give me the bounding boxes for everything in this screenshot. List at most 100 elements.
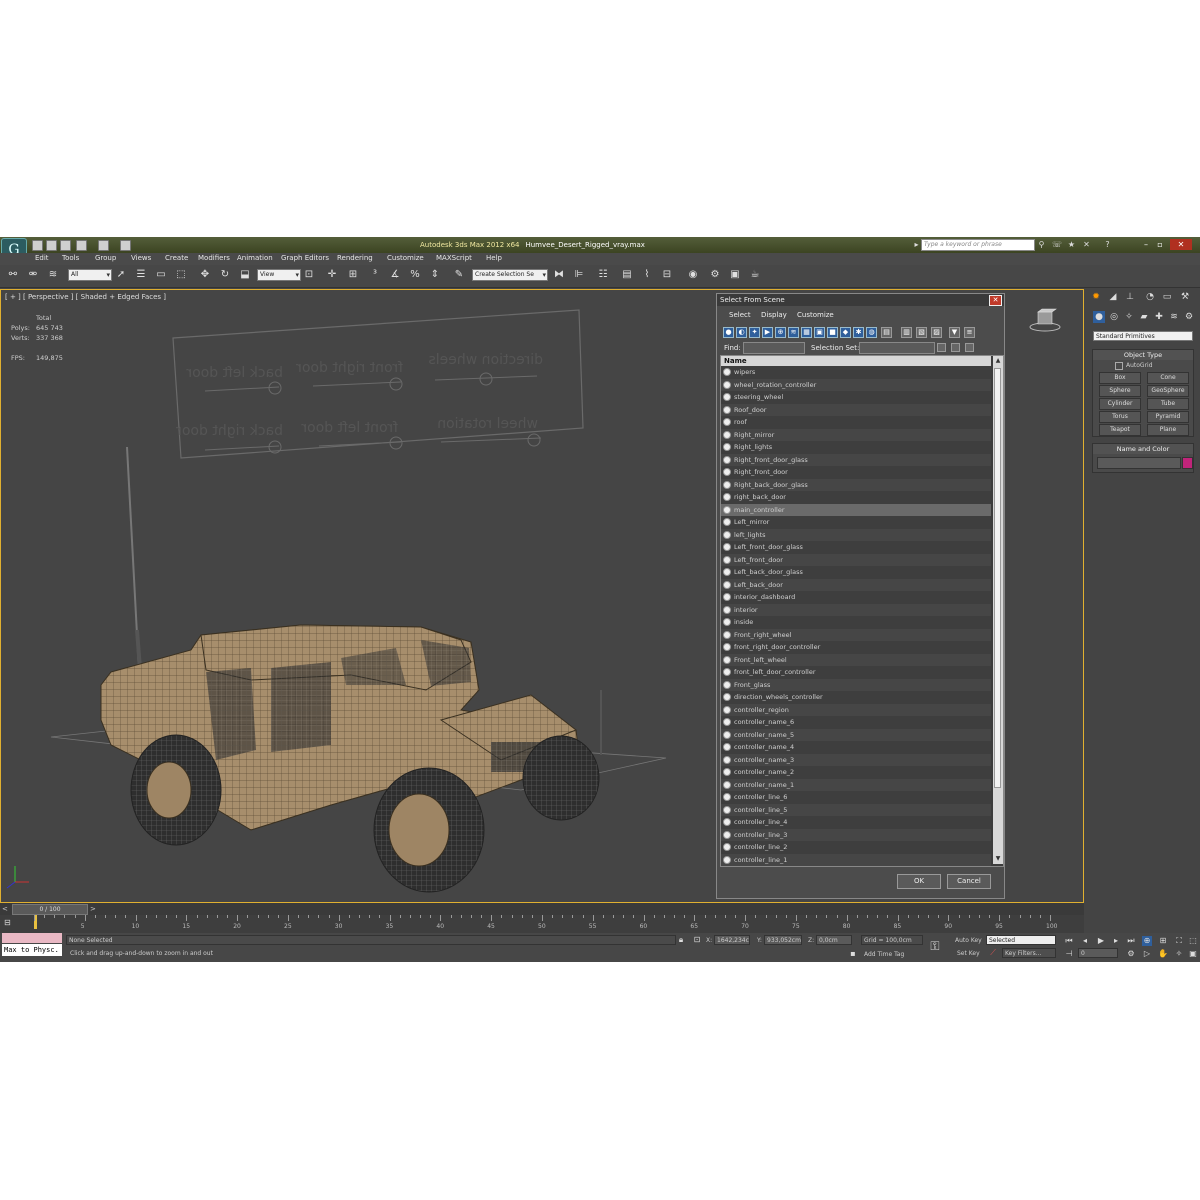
menu-create[interactable]: Create: [165, 254, 188, 262]
list-item[interactable]: controller_line_5: [721, 803, 991, 816]
list-item[interactable]: steering_wheel: [721, 391, 991, 404]
list-item[interactable]: front_left_door_controller: [721, 666, 991, 679]
space-warps-icon[interactable]: ≋: [1168, 311, 1180, 323]
save-file-icon[interactable]: [60, 240, 71, 251]
undo-icon[interactable]: [76, 240, 87, 251]
cancel-button[interactable]: Cancel: [947, 874, 991, 889]
close-button[interactable]: ✕: [1170, 239, 1192, 250]
list-item[interactable]: controller_line_2: [721, 841, 991, 854]
sync-selection-icon[interactable]: ▨: [931, 327, 942, 338]
list-item[interactable]: wipers: [721, 366, 991, 379]
object-color-swatch[interactable]: [1182, 457, 1193, 469]
cameras-icon[interactable]: ▰: [1138, 311, 1150, 323]
list-item[interactable]: Left_front_door: [721, 553, 991, 566]
menu-group[interactable]: Group: [95, 254, 116, 262]
set-key-mode-icon[interactable]: ⚿: [930, 940, 940, 952]
render-setup-icon[interactable]: ⚙: [708, 268, 722, 282]
tube-button[interactable]: Tube: [1147, 398, 1189, 410]
list-item[interactable]: Left_back_door: [721, 578, 991, 591]
cylinder-button[interactable]: Cylinder: [1099, 398, 1141, 410]
percent-snap-icon[interactable]: %: [408, 268, 422, 282]
project-folder-icon[interactable]: [120, 240, 131, 251]
key-filters-button[interactable]: Key Filters...: [1002, 948, 1056, 958]
select-object-icon[interactable]: ➚: [114, 268, 128, 282]
scene-object-list[interactable]: Name wipers wheel_rotation_controller stee…: [720, 355, 1004, 867]
object-type-title[interactable]: Object Type: [1093, 350, 1193, 360]
auto-key-button[interactable]: Auto Key: [955, 937, 982, 944]
x-coordinate-field[interactable]: 1642,234c: [714, 935, 750, 945]
play-icon[interactable]: ▶: [1096, 936, 1106, 946]
dialog-menu-display[interactable]: Display: [761, 311, 787, 319]
list-item[interactable]: Roof_door: [721, 403, 991, 416]
list-item[interactable]: Right_lights: [721, 441, 991, 454]
help-search-input[interactable]: Type a keyword or phrase: [921, 239, 1035, 251]
go-to-end-icon[interactable]: ⏭: [1126, 936, 1136, 946]
list-item[interactable]: controller_name_2: [721, 766, 991, 779]
time-next-icon[interactable]: >: [90, 905, 96, 913]
previous-frame-icon[interactable]: ◂: [1080, 936, 1090, 946]
menu-maxscript[interactable]: MAXScript: [436, 254, 472, 262]
dialog-menu-select[interactable]: Select: [729, 311, 751, 319]
create-tab-icon[interactable]: ✹: [1090, 291, 1102, 303]
display-hidden-icon[interactable]: ◍: [866, 327, 877, 338]
shapes-icon[interactable]: ◎: [1108, 311, 1120, 323]
material-editor-icon[interactable]: ◉: [686, 268, 700, 282]
list-item[interactable]: Right_front_door: [721, 466, 991, 479]
select-manipulate-icon[interactable]: ✛: [325, 268, 339, 282]
display-frozen-icon[interactable]: ✱: [853, 327, 864, 338]
favorites-icon[interactable]: ★: [1067, 240, 1076, 249]
keyboard-shortcut-icon[interactable]: ⊞: [346, 268, 360, 282]
cone-button[interactable]: Cone: [1147, 372, 1189, 384]
maximize-button[interactable]: ▫: [1154, 239, 1166, 250]
lock-selection-icon[interactable]: 🔒︎: [676, 935, 686, 945]
list-item[interactable]: controller_name_5: [721, 728, 991, 741]
spinner-snap-icon[interactable]: ⇕: [428, 268, 442, 282]
open-file-icon[interactable]: [46, 240, 57, 251]
collapse-arrow-icon[interactable]: ▸: [912, 240, 921, 249]
humvee-model[interactable]: [100, 624, 602, 893]
rotate-icon[interactable]: ↻: [218, 268, 232, 282]
selection-filter-dropdown[interactable]: All: [68, 269, 112, 281]
display-groups-icon[interactable]: ▦: [801, 327, 812, 338]
zoom-all-icon[interactable]: ⊞: [1158, 936, 1168, 946]
list-item[interactable]: Left_mirror: [721, 516, 991, 529]
list-item[interactable]: wheel_rotation_controller: [721, 378, 991, 391]
list-item[interactable]: left_lights: [721, 528, 991, 541]
orbit-icon[interactable]: ✧: [1174, 949, 1184, 959]
menu-graph-editors[interactable]: Graph Editors: [281, 254, 329, 262]
torus-button[interactable]: Torus: [1099, 411, 1141, 423]
time-configuration-icon[interactable]: ⚙: [1126, 949, 1136, 959]
helpers-icon[interactable]: ✚: [1153, 311, 1165, 323]
display-shapes-icon[interactable]: ◐: [736, 327, 747, 338]
list-item[interactable]: interior: [721, 603, 991, 616]
list-item[interactable]: Front_right_wheel: [721, 628, 991, 641]
dialog-close-button[interactable]: ✕: [989, 295, 1002, 306]
mirror-icon[interactable]: ⧓: [552, 268, 566, 282]
name-color-title[interactable]: Name and Color: [1093, 444, 1193, 454]
menu-modifiers[interactable]: Modifiers: [198, 254, 230, 262]
dialog-menu-customize[interactable]: Customize: [797, 311, 834, 319]
menu-help[interactable]: Help: [486, 254, 502, 262]
list-item[interactable]: Left_front_door_glass: [721, 541, 991, 554]
list-item[interactable]: controller_name_3: [721, 753, 991, 766]
geosphere-button[interactable]: GeoSphere: [1147, 385, 1189, 397]
zoom-extents-icon[interactable]: ⛶: [1174, 936, 1184, 946]
maxscript-listener-output[interactable]: [2, 933, 62, 943]
list-item[interactable]: Right_front_door_glass: [721, 453, 991, 466]
next-frame-icon[interactable]: ▸: [1111, 936, 1121, 946]
menu-views[interactable]: Views: [131, 254, 151, 262]
new-file-icon[interactable]: [32, 240, 43, 251]
snaps-toggle-icon[interactable]: ³: [368, 268, 382, 282]
scroll-down-icon[interactable]: ▼: [994, 855, 1002, 863]
hierarchy-icon[interactable]: ≡: [964, 327, 975, 338]
name-column-header[interactable]: Name: [721, 356, 991, 366]
list-item[interactable]: controller_name_6: [721, 716, 991, 729]
hierarchy-tab-icon[interactable]: ⊥: [1124, 291, 1136, 303]
graphite-ribbon-icon[interactable]: ▤: [620, 268, 634, 282]
pan-view-icon[interactable]: ✋: [1158, 949, 1168, 959]
view-cube-icon[interactable]: [1029, 308, 1061, 332]
display-all-icon[interactable]: ▤: [881, 327, 892, 338]
list-item[interactable]: main_controller: [721, 503, 991, 516]
list-item[interactable]: Front_glass: [721, 678, 991, 691]
minimize-button[interactable]: –: [1140, 239, 1152, 250]
